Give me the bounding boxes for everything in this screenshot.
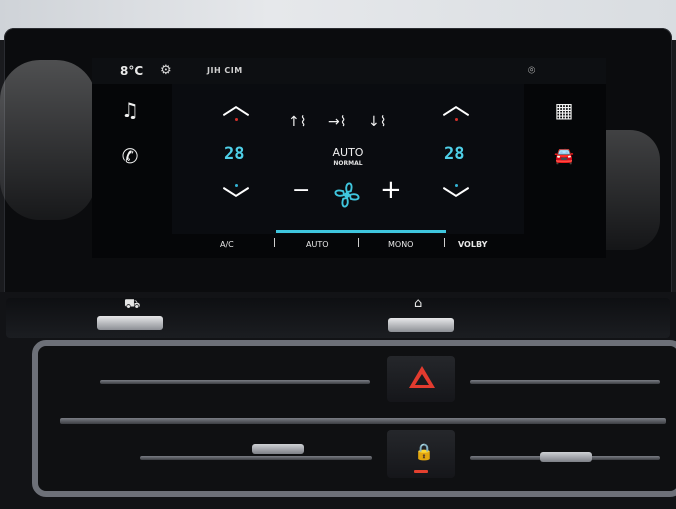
- car-icon[interactable]: 🚘: [544, 136, 584, 176]
- climate-mode-sub: NORMAL: [333, 160, 363, 167]
- home-icon: ⌂: [414, 296, 423, 311]
- left-temp-down-button[interactable]: ﹀: [216, 186, 256, 216]
- bottom-tab-bar: A/C AUTO MONO VOLBY: [188, 230, 588, 252]
- hazard-triangle-inner: [415, 374, 429, 385]
- vent-direction-knob[interactable]: [252, 444, 304, 454]
- vent-direction-knob[interactable]: [540, 452, 592, 462]
- music-note-icon[interactable]: ♫: [110, 90, 150, 130]
- fan-icon: [334, 182, 360, 208]
- right-temp-up-button[interactable]: ︿: [436, 90, 476, 120]
- tab-auto[interactable]: AUTO: [306, 240, 329, 249]
- airflow-down-icon[interactable]: ↓⌇: [368, 114, 387, 130]
- vent-slat[interactable]: [100, 380, 370, 384]
- tab-divider: [274, 238, 275, 247]
- vent-slat[interactable]: [140, 456, 372, 460]
- location-pin-icon[interactable]: ⌾: [528, 63, 535, 78]
- door-lock-button[interactable]: 🔒: [387, 430, 455, 478]
- tab-mono[interactable]: MONO: [388, 240, 413, 249]
- airflow-center-icon[interactable]: →⌇: [328, 114, 347, 130]
- fan-decrease-button[interactable]: −: [292, 178, 310, 203]
- reflection-glare-left: [0, 60, 96, 220]
- tab-ac[interactable]: A/C: [220, 240, 234, 249]
- phone-icon[interactable]: ✆: [110, 136, 150, 176]
- tab-volby[interactable]: VOLBY: [458, 240, 487, 249]
- fan-speed-bar: [276, 230, 446, 233]
- vehicle-settings-button[interactable]: [97, 316, 163, 330]
- airflow-up-icon[interactable]: ↑⌇: [288, 114, 307, 130]
- vent-slat[interactable]: [470, 380, 660, 384]
- status-bar: 8°C ⚙ JIH CIM ⌾: [92, 58, 606, 84]
- outside-temperature: 8°C: [120, 64, 144, 78]
- fan-increase-button[interactable]: +: [380, 175, 402, 205]
- right-temp-down-button[interactable]: ﹀: [436, 186, 476, 216]
- gear-icon[interactable]: ⚙: [160, 63, 172, 78]
- fan-speed-fill: [276, 230, 446, 233]
- heat-indicator-right: [455, 118, 458, 121]
- hazard-button[interactable]: [387, 356, 455, 402]
- tab-divider: [358, 238, 359, 247]
- home-button[interactable]: [388, 318, 454, 332]
- climate-mode-label[interactable]: AUTO: [330, 146, 366, 159]
- tab-divider: [444, 238, 445, 247]
- car-icon: ⛟: [124, 297, 141, 312]
- vent-slat[interactable]: [60, 418, 666, 424]
- lock-indicator-led: [414, 470, 428, 473]
- apps-grid-icon[interactable]: ▦: [544, 90, 584, 130]
- left-temp-up-button[interactable]: ︿: [216, 90, 256, 120]
- radio-station-label: JIH CIM: [207, 66, 243, 75]
- door-lock-icon: 🔒: [414, 442, 434, 461]
- left-temp-value: 28: [224, 144, 245, 164]
- heat-indicator-left: [235, 118, 238, 121]
- right-temp-value: 28: [444, 144, 465, 164]
